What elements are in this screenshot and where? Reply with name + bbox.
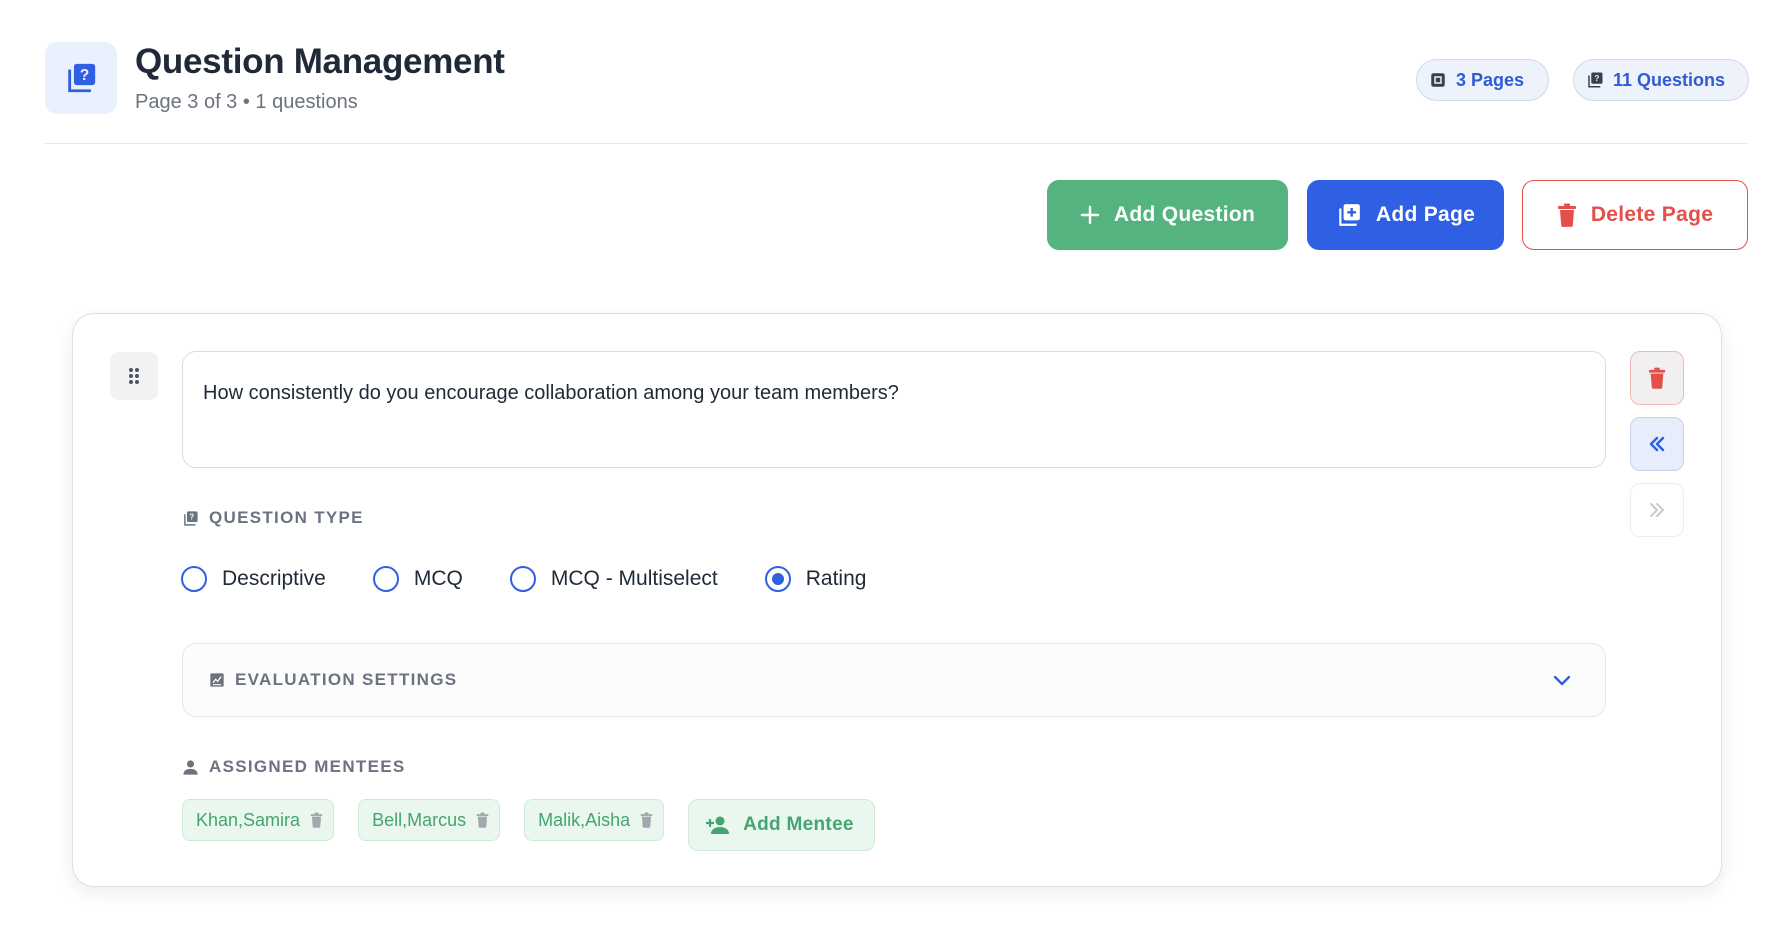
question-card: How consistently do you encourage collab… xyxy=(72,313,1722,887)
add-question-label: Add Question xyxy=(1113,203,1256,226)
radio-circle-selected[interactable] xyxy=(764,566,791,592)
pages-count-label: 3 Pages xyxy=(1456,69,1525,90)
question-type-heading: ? QUESTION TYPE xyxy=(182,508,364,528)
analytics-icon xyxy=(210,673,224,687)
plus-icon xyxy=(1080,205,1100,225)
radio-label: MCQ xyxy=(413,567,463,590)
svg-text:?: ? xyxy=(1594,74,1599,83)
trash-icon[interactable] xyxy=(640,812,653,828)
page-subtitle: Page 3 of 3 • 1 questions xyxy=(135,91,358,113)
drag-handle-icon xyxy=(129,368,139,384)
page-header: ? Question Management Page 3 of 3 • 1 qu… xyxy=(45,42,1749,144)
svg-text:?: ? xyxy=(189,512,195,521)
trash-icon xyxy=(1557,203,1576,227)
trash-icon[interactable] xyxy=(476,812,489,828)
radio-descriptive[interactable]: Descriptive xyxy=(181,566,326,592)
radio-circle[interactable] xyxy=(372,566,399,592)
question-icon: ? xyxy=(45,42,117,114)
double-chevron-right-icon xyxy=(1650,503,1664,517)
pages-count-badge: 3 Pages xyxy=(1416,59,1549,101)
double-chevron-left-icon xyxy=(1649,436,1665,452)
move-to-previous-page-button[interactable] xyxy=(1630,417,1684,471)
page-title: Question Management xyxy=(135,42,505,81)
trash-icon[interactable] xyxy=(310,812,323,828)
radio-label: Descriptive xyxy=(222,567,326,590)
add-page-label: Add Page xyxy=(1375,203,1476,226)
radio-mcq-multiselect[interactable]: MCQ - Multiselect xyxy=(509,566,718,592)
add-page-button[interactable]: Add Page xyxy=(1307,180,1504,250)
delete-question-button[interactable] xyxy=(1630,351,1684,405)
pages-icon xyxy=(1431,73,1445,87)
trash-icon xyxy=(1648,367,1666,389)
questions-count-label: 11 Questions xyxy=(1613,69,1726,90)
add-mentee-button[interactable]: Add Mentee xyxy=(688,799,875,851)
radio-circle[interactable] xyxy=(181,566,207,592)
questions-count-badge: ? 11 Questions xyxy=(1573,59,1749,101)
evaluation-settings-accordion[interactable]: EVALUATION SETTINGS xyxy=(182,643,1606,717)
drag-handle[interactable] xyxy=(110,352,158,400)
assigned-mentees-label: ASSIGNED MENTEES xyxy=(209,757,406,776)
radio-label: MCQ - Multiselect xyxy=(550,567,718,590)
chevron-down-icon[interactable] xyxy=(1551,669,1573,691)
mentee-chip: Malik,Aisha xyxy=(524,799,665,841)
question-text-input[interactable]: How consistently do you encourage collab… xyxy=(182,351,1606,468)
svg-text:?: ? xyxy=(80,67,90,84)
mentee-chip-list: Khan,Samira Bell,Marcus Malik,Aisha Add … xyxy=(182,799,875,851)
mentee-chip: Bell,Marcus xyxy=(358,799,501,841)
delete-page-button[interactable]: Delete Page xyxy=(1522,180,1748,250)
add-question-button[interactable]: Add Question xyxy=(1047,180,1288,250)
mentee-name: Khan,Samira xyxy=(196,809,301,830)
add-mentee-label: Add Mentee xyxy=(743,814,854,835)
person-icon xyxy=(183,759,198,775)
radio-label: Rating xyxy=(805,567,867,590)
radio-mcq[interactable]: MCQ xyxy=(372,566,463,592)
move-to-next-page-button[interactable] xyxy=(1630,483,1684,537)
delete-page-label: Delete Page xyxy=(1590,203,1714,226)
question-type-radio-group: Descriptive MCQ MCQ - Multiselect Rating xyxy=(181,566,913,592)
question-icon: ? xyxy=(184,510,198,526)
mentee-name: Bell,Marcus xyxy=(372,809,467,830)
radio-rating[interactable]: Rating xyxy=(764,566,867,592)
radio-circle[interactable] xyxy=(509,566,536,592)
mentee-chip: Khan,Samira xyxy=(182,799,335,841)
evaluation-settings-heading: EVALUATION SETTINGS xyxy=(209,670,457,690)
question-type-label: QUESTION TYPE xyxy=(209,508,364,527)
person-add-icon xyxy=(706,816,730,834)
add-page-icon xyxy=(1339,204,1360,226)
evaluation-settings-label: EVALUATION SETTINGS xyxy=(235,670,458,689)
question-icon: ? xyxy=(1588,72,1603,88)
assigned-mentees-heading: ASSIGNED MENTEES xyxy=(182,757,406,777)
mentee-name: Malik,Aisha xyxy=(538,809,631,830)
